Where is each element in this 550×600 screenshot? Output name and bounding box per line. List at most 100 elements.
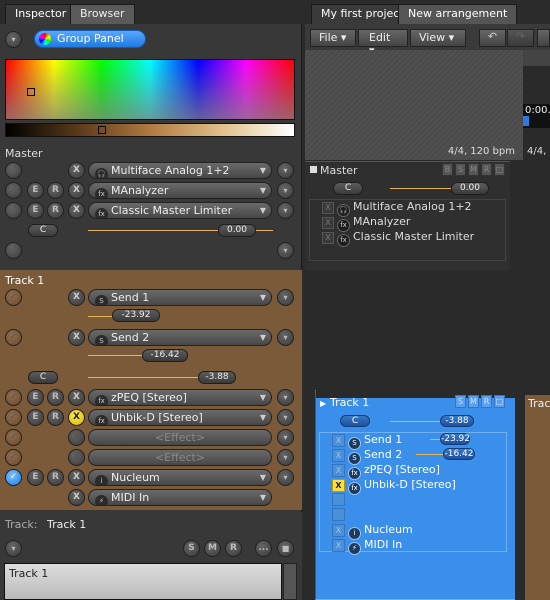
master-insert-1-menu[interactable]: ▾ bbox=[277, 162, 294, 179]
undo-button[interactable]: ↶ bbox=[479, 29, 506, 47]
master-insert-1[interactable]: 🎧 Multiface Analog 1+2 ▼ bbox=[88, 162, 272, 179]
master-insert-3-r[interactable]: R bbox=[47, 202, 64, 219]
record-button[interactable]: R bbox=[225, 540, 242, 557]
remove-icon[interactable]: X bbox=[322, 232, 334, 244]
master-check-3[interactable]: ✓ bbox=[5, 202, 22, 219]
master-insert-2-menu[interactable]: ▾ bbox=[277, 182, 294, 199]
track-insert-4-check[interactable]: ✓ bbox=[5, 449, 22, 466]
remove-icon[interactable]: X bbox=[332, 464, 345, 477]
rack-scrollbar[interactable] bbox=[515, 395, 524, 600]
brightness-slider[interactable] bbox=[5, 123, 295, 137]
track-name-scrollbar[interactable] bbox=[283, 563, 297, 600]
track-insert-2-check[interactable]: ✓ bbox=[5, 409, 22, 426]
brightness-marker[interactable] bbox=[98, 126, 106, 134]
rack-master-b[interactable]: B bbox=[442, 163, 453, 176]
remove-icon[interactable] bbox=[332, 508, 345, 521]
remove-icon[interactable]: X bbox=[322, 202, 334, 214]
track-insert-3-menu[interactable]: ▾ bbox=[277, 429, 294, 446]
send1-menu[interactable]: ▾ bbox=[277, 289, 294, 306]
track-midi-in[interactable]: ⚡ MIDI In ▼ bbox=[88, 489, 272, 506]
track1-pan[interactable]: C bbox=[28, 371, 58, 384]
color-spectrum-picker[interactable] bbox=[5, 59, 295, 120]
remove-icon[interactable]: X bbox=[332, 524, 345, 537]
tab-inspector[interactable]: Inspector bbox=[5, 4, 77, 24]
track-insert-5[interactable]: i Nucleum ▼ bbox=[88, 469, 272, 486]
inspector-menu-button[interactable]: ▾ bbox=[5, 31, 22, 48]
rack-track1-s[interactable]: S bbox=[455, 395, 466, 408]
master-volume-value[interactable]: 0.00 bbox=[218, 224, 256, 237]
group-panel-button[interactable]: Group Panel bbox=[34, 30, 146, 48]
send1-remove[interactable]: X bbox=[68, 289, 85, 306]
master-bottom-check[interactable]: ✓ bbox=[5, 242, 22, 259]
master-insert-2-e[interactable]: E bbox=[27, 182, 44, 199]
mute-button[interactable]: M bbox=[204, 540, 221, 557]
track-insert-2-r[interactable]: R bbox=[47, 409, 64, 426]
track-footer-menu[interactable]: ▾ bbox=[5, 540, 22, 557]
track-insert-3-remove[interactable]: X bbox=[68, 429, 85, 446]
rack-track-insert-uhbik[interactable]: Xfx Uhbik-D [Stereo] bbox=[332, 478, 456, 495]
track-insert-5-remove[interactable]: X bbox=[68, 469, 85, 486]
rack-master-r[interactable]: R bbox=[481, 163, 492, 176]
send2-menu[interactable]: ▾ bbox=[277, 329, 294, 346]
master-insert-1-remove[interactable]: X bbox=[68, 162, 85, 179]
send2-remove[interactable]: X bbox=[68, 329, 85, 346]
remove-icon[interactable]: X bbox=[322, 217, 334, 229]
master-insert-3-remove[interactable]: X bbox=[68, 202, 85, 219]
rack-track1-more[interactable]: □ bbox=[494, 395, 505, 408]
track-insert-4-remove[interactable]: X bbox=[68, 449, 85, 466]
track-insert-4-empty[interactable]: <Effect> bbox=[88, 449, 272, 466]
track-name-field[interactable]: Track 1 bbox=[4, 563, 282, 600]
track-insert-2-e[interactable]: E bbox=[27, 409, 44, 426]
remove-icon[interactable] bbox=[332, 493, 345, 506]
send2-value[interactable]: -16.42 bbox=[142, 349, 188, 362]
track-insert-5-check[interactable]: ✓ bbox=[5, 469, 22, 486]
master-insert-2-r[interactable]: R bbox=[47, 182, 64, 199]
toolbar-extra[interactable] bbox=[537, 29, 550, 47]
menu-view[interactable]: View ▾ bbox=[410, 29, 466, 47]
stop-button[interactable]: ■ bbox=[277, 540, 294, 557]
remove-icon[interactable]: X bbox=[332, 449, 345, 462]
rack-master-m[interactable]: M bbox=[468, 163, 479, 176]
playhead[interactable] bbox=[523, 116, 529, 126]
rack-track1-m[interactable]: M bbox=[468, 395, 479, 408]
tab-new-arrangement[interactable]: New arrangement bbox=[398, 4, 518, 24]
rack-send1-value[interactable]: -23.92 bbox=[440, 433, 470, 445]
send2-pill[interactable]: S Send 2 ▼ bbox=[88, 329, 272, 346]
track-insert-4-menu[interactable]: ▾ bbox=[277, 449, 294, 466]
send1-value[interactable]: -23.92 bbox=[112, 309, 160, 322]
solo-button[interactable]: S bbox=[183, 540, 200, 557]
rack-send2-line[interactable] bbox=[416, 454, 446, 455]
track1-volume-value[interactable]: -3.88 bbox=[198, 371, 236, 384]
master-insert-3[interactable]: fx Classic Master Limiter ▼ bbox=[88, 202, 272, 219]
track-insert-2-remove[interactable]: X bbox=[68, 409, 85, 426]
rack-track-empty-2[interactable] bbox=[332, 508, 348, 524]
rack-track1-r[interactable]: R bbox=[481, 395, 492, 408]
expand-icon[interactable]: ▶ bbox=[320, 399, 326, 408]
rack-master-more[interactable]: □ bbox=[494, 163, 505, 176]
track-insert-3-check[interactable]: ✓ bbox=[5, 429, 22, 446]
track-insert-1-remove[interactable]: X bbox=[68, 389, 85, 406]
track-insert-1[interactable]: fx zPEQ [Stereo] ▼ bbox=[88, 389, 272, 406]
send1-check[interactable]: ✓ bbox=[5, 289, 22, 306]
master-insert-2-remove[interactable]: X bbox=[68, 182, 85, 199]
master-insert-2[interactable]: fx MAnalyzer ▼ bbox=[88, 182, 272, 199]
master-bottom-menu[interactable]: ▾ bbox=[277, 242, 294, 259]
remove-icon[interactable]: X bbox=[332, 434, 345, 447]
menu-file[interactable]: File ▾ bbox=[310, 29, 356, 47]
master-insert-3-e[interactable]: E bbox=[27, 202, 44, 219]
track-insert-2[interactable]: fx Uhbik-D [Stereo] ▼ bbox=[88, 409, 272, 426]
track-insert-1-e[interactable]: E bbox=[27, 389, 44, 406]
redo-button[interactable]: ↷ bbox=[507, 29, 534, 47]
rack-master-insert-3[interactable]: Xfx Classic Master Limiter bbox=[322, 230, 474, 247]
track-midi-remove[interactable]: X bbox=[68, 489, 85, 506]
more-button[interactable]: ... bbox=[255, 540, 272, 557]
rack-track-empty-1[interactable] bbox=[332, 493, 348, 509]
rack-master-s[interactable]: S bbox=[455, 163, 466, 176]
rack-track1-volume[interactable]: -3.88 bbox=[440, 415, 474, 427]
remove-icon[interactable]: X bbox=[332, 539, 345, 552]
rack-track1-pan[interactable]: C bbox=[340, 415, 370, 427]
master-check-1[interactable]: ✓ bbox=[5, 162, 22, 179]
master-insert-3-menu[interactable]: ▾ bbox=[277, 202, 294, 219]
track-insert-5-e[interactable]: E bbox=[27, 469, 44, 486]
send2-check[interactable]: ✓ bbox=[5, 329, 22, 346]
